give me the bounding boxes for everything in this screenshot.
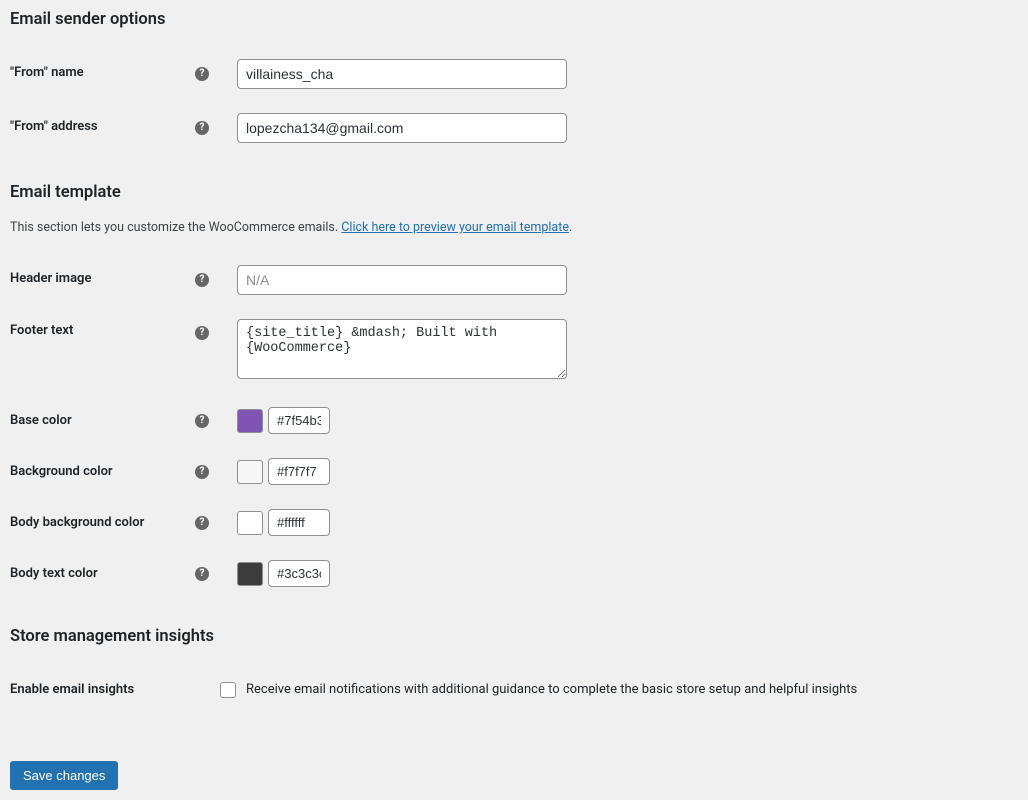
save-button[interactable]: Save changes	[10, 761, 118, 790]
from-name-label: "From" name	[10, 47, 185, 101]
from-address-label: "From" address	[10, 101, 185, 155]
footer-text-input[interactable]: {site_title} &mdash; Built with {WooComm…	[237, 319, 567, 379]
base-color-label: Base color	[10, 395, 185, 446]
body-background-color-label: Body background color	[10, 497, 185, 548]
help-icon[interactable]: ?	[195, 465, 209, 479]
body-text-color-label: Body text color	[10, 548, 185, 599]
body-text-color-input[interactable]	[268, 560, 330, 587]
enable-insights-description: Receive email notifications with additio…	[246, 682, 857, 697]
enable-insights-label: Enable email insights	[10, 664, 185, 715]
section-title-sender: Email sender options	[10, 10, 1018, 29]
enable-insights-checkbox[interactable]	[220, 682, 236, 698]
help-icon[interactable]: ?	[195, 516, 209, 530]
background-color-input[interactable]	[268, 458, 330, 485]
from-name-input[interactable]	[237, 59, 567, 89]
from-address-input[interactable]	[237, 113, 567, 143]
help-icon[interactable]: ?	[195, 414, 209, 428]
base-color-swatch[interactable]	[237, 409, 263, 433]
base-color-input[interactable]	[268, 407, 330, 434]
help-icon[interactable]: ?	[195, 121, 209, 135]
preview-template-link[interactable]: Click here to preview your email templat…	[341, 220, 569, 235]
help-icon[interactable]: ?	[195, 567, 209, 581]
help-icon[interactable]: ?	[195, 67, 209, 81]
help-icon[interactable]: ?	[195, 326, 209, 340]
body-background-color-swatch[interactable]	[237, 511, 263, 535]
background-color-swatch[interactable]	[237, 460, 263, 484]
section-title-template: Email template	[10, 183, 1018, 202]
header-image-input[interactable]	[237, 265, 567, 295]
body-background-color-input[interactable]	[268, 509, 330, 536]
footer-text-label: Footer text	[10, 307, 185, 395]
template-description: This section lets you customize the WooC…	[10, 220, 1018, 235]
header-image-label: Header image	[10, 253, 185, 307]
help-icon[interactable]: ?	[195, 273, 209, 287]
body-text-color-swatch[interactable]	[237, 562, 263, 586]
section-title-insights: Store management insights	[10, 627, 1018, 646]
background-color-label: Background color	[10, 446, 185, 497]
